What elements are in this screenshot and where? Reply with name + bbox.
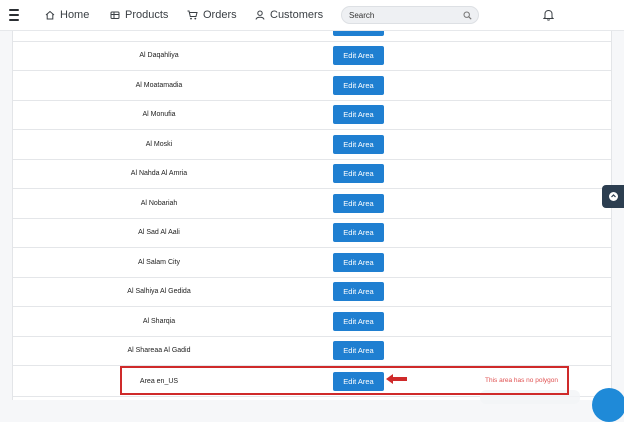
side-widget-button[interactable] — [602, 185, 624, 208]
edit-area-button[interactable]: Edit Area — [333, 135, 384, 154]
table-row: Al Shareaa Al Gadid Edit Area — [13, 336, 611, 366]
area-name: Al Shareaa Al Gadid — [127, 347, 191, 354]
user-icon — [255, 10, 265, 20]
edit-area-button[interactable]: Edit Area — [333, 164, 384, 183]
edit-area-button[interactable]: Edit Area — [333, 46, 384, 65]
edit-area-button[interactable]: Edit Area — [333, 194, 384, 213]
nav-home[interactable]: Home — [45, 0, 89, 30]
top-navbar: Home Products Orders Customers — [0, 0, 624, 31]
area-name: Al Moski — [145, 141, 173, 148]
nav-orders[interactable]: Orders — [187, 0, 237, 30]
help-bubble-button[interactable] — [592, 388, 624, 422]
area-name: Al Moatamadia — [135, 82, 183, 89]
search-input[interactable] — [349, 10, 459, 20]
nav-products[interactable]: Products — [110, 0, 168, 30]
area-name: Al Salam City — [137, 259, 180, 266]
area-name: Al Salhiya Al Gedida — [127, 288, 191, 295]
edit-area-button[interactable]: Edit Area — [333, 282, 384, 301]
chat-icon — [608, 192, 618, 201]
edit-area-button[interactable]: Edit Area — [333, 341, 384, 360]
table-row: Al Salam City Edit Area — [13, 248, 611, 278]
area-name: Al Sad Al Aali — [138, 229, 180, 236]
edit-area-button[interactable]: Edit Area — [333, 253, 384, 272]
table-row: Al Nobariah Edit Area — [13, 189, 611, 219]
home-icon — [45, 10, 55, 20]
nav-products-label: Products — [125, 9, 169, 21]
nav-customers[interactable]: Customers — [255, 0, 323, 30]
search-box — [341, 6, 479, 24]
table-row: Al Daqahliya Edit Area — [13, 41, 611, 71]
search-icon[interactable] — [463, 11, 472, 20]
nav-orders-label: Orders — [203, 9, 237, 21]
notification-bell-icon[interactable] — [543, 9, 554, 21]
area-name: Al Sharqia — [142, 318, 176, 325]
arrow-left-icon — [386, 374, 407, 384]
areas-table: Edit Area Al Daqahliya Edit Area Al Moat… — [12, 17, 612, 400]
table-row: Al Sharqia Edit Area — [13, 307, 611, 337]
no-polygon-note: This area has no polygon — [485, 377, 558, 384]
table-row: Al Monufia Edit Area — [13, 100, 611, 130]
area-name: Al Monufia — [142, 111, 176, 118]
table-row: Al Sad Al Aali Edit Area — [13, 218, 611, 248]
table-row: Al Moatamadia Edit Area — [13, 71, 611, 101]
edit-area-button[interactable]: Edit Area — [333, 312, 384, 331]
edit-area-button[interactable]: Edit Area — [333, 223, 384, 242]
area-name: Al Nobariah — [140, 200, 178, 207]
area-name: Al Nahda Al Amria — [130, 170, 188, 177]
nav-customers-label: Customers — [270, 9, 324, 21]
table-row: Al Nahda Al Amria Edit Area — [13, 159, 611, 189]
menu-icon[interactable] — [9, 9, 19, 21]
area-name: Al Daqahliya — [139, 52, 179, 59]
edit-area-button[interactable]: Edit Area — [333, 105, 384, 124]
table-row: Al Moski Edit Area — [13, 130, 611, 160]
products-icon — [110, 11, 120, 19]
cart-icon — [187, 10, 198, 20]
nav-home-label: Home — [60, 9, 90, 21]
edit-area-button[interactable]: Edit Area — [333, 76, 384, 95]
table-row: Al Salhiya Al Gedida Edit Area — [13, 277, 611, 307]
